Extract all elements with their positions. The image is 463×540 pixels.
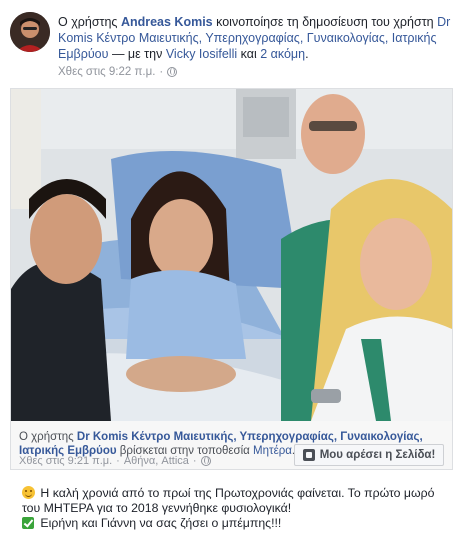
shared-location-link[interactable]: Αθήνα, Attica	[124, 455, 189, 467]
shared-photo[interactable]	[11, 89, 452, 421]
shared-meta-separator: ·	[116, 455, 120, 467]
like-page-label: Μου αρέσει η Σελίδα!	[319, 449, 436, 461]
check-mark-icon	[22, 517, 34, 529]
post-body-text-2: Ειρήνη και Γιάννη να σας ζήσει ο μπέμπης…	[40, 516, 282, 530]
globe-icon[interactable]	[167, 67, 178, 77]
post-body: Η καλή χρονιά από το πρωί της Πρωτοχρονι…	[22, 486, 452, 531]
tagged-person-link[interactable]: Vicky Iosifelli	[166, 47, 237, 61]
like-page-button[interactable]: Μου αρέσει η Σελίδα!	[294, 444, 444, 466]
post-timestamp[interactable]: Χθες στις 9:22 π.μ.	[58, 66, 155, 78]
post-body-line-2: Ειρήνη και Γιάννη να σας ζήσει ο μπέμπης…	[22, 516, 452, 531]
globe-icon[interactable]	[200, 456, 211, 466]
shared-caption-prefix: Ο χρήστης	[19, 431, 74, 443]
like-icon	[302, 449, 315, 461]
facebook-post: Ο χρήστης Andreas Komis κοινοποίησε τη δ…	[0, 0, 463, 540]
header-and: και	[240, 47, 257, 61]
header-prefix: Ο χρήστης	[58, 15, 118, 29]
meta-separator: ·	[159, 66, 164, 78]
smile-emoji-icon	[22, 486, 35, 499]
post-meta: Χθες στις 9:22 π.μ. ·	[58, 66, 178, 78]
post-body-line-1: Η καλή χρονιά από το πρωί της Πρωτοχρονι…	[22, 486, 452, 516]
header-end: .	[305, 47, 309, 61]
author-avatar[interactable]	[10, 12, 50, 52]
shared-meta: Χθες στις 9:21 π.μ. · Αθήνα, Attica ·	[19, 455, 211, 467]
header-with: — με την	[111, 47, 163, 61]
post-body-text-1: Η καλή χρονιά από το πρωί της Πρωτοχρονι…	[22, 486, 435, 515]
shared-meta-separator-2: ·	[192, 455, 197, 467]
author-name-link[interactable]: Andreas Komis	[121, 15, 213, 29]
header-verb: κοινοποίησε τη δημοσίευση του χρήστη	[216, 15, 434, 29]
others-link[interactable]: 2 ακόμη	[260, 47, 305, 61]
shared-place-link[interactable]: Μητέρα	[253, 445, 292, 457]
shared-post-card: Ο χρήστης Dr Komis Κέντρο Μαιευτικής, Υπ…	[10, 88, 453, 470]
shared-timestamp[interactable]: Χθες στις 9:21 π.μ.	[19, 455, 112, 467]
post-header-text: Ο χρήστης Andreas Komis κοινοποίησε τη δ…	[58, 14, 456, 62]
